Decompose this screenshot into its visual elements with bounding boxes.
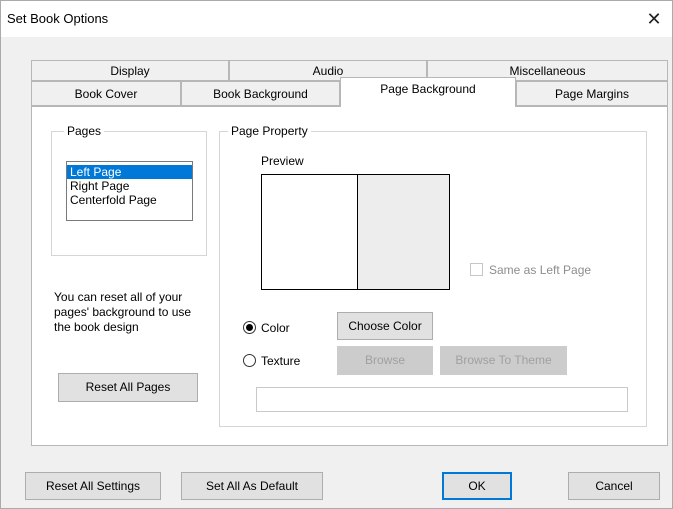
- preview-right-page: [358, 175, 449, 289]
- same-as-left-label: Same as Left Page: [489, 263, 592, 277]
- reset-all-pages-button[interactable]: Reset All Pages: [58, 373, 198, 402]
- tab-display[interactable]: Display: [31, 60, 229, 81]
- color-radio-label: Color: [261, 321, 290, 335]
- list-item-right-page[interactable]: Right Page: [67, 179, 192, 193]
- pages-group-title: Pages: [64, 124, 105, 138]
- tab-book-background[interactable]: Book Background: [181, 81, 340, 106]
- texture-path-field[interactable]: [256, 387, 628, 412]
- set-all-as-default-button[interactable]: Set All As Default: [181, 472, 323, 500]
- pages-listbox[interactable]: Left Page Right Page Centerfold Page: [66, 161, 193, 221]
- texture-radio-label: Texture: [261, 354, 301, 368]
- reset-info-text: You can reset all of your pages' backgro…: [54, 290, 192, 334]
- list-item-left-page[interactable]: Left Page: [67, 165, 192, 179]
- tab-page-background[interactable]: Page Background: [340, 77, 516, 107]
- texture-radio[interactable]: [243, 354, 256, 367]
- set-book-options-dialog: Set Book Options ✕ Display Audio Miscell…: [0, 0, 673, 509]
- browse-button[interactable]: Browse: [337, 346, 433, 375]
- preview-label: Preview: [261, 154, 304, 168]
- list-item-centerfold-page[interactable]: Centerfold Page: [67, 193, 192, 207]
- page-background-panel: Pages Left Page Right Page Centerfold Pa…: [31, 106, 668, 446]
- page-property-title: Page Property: [228, 124, 311, 138]
- close-icon[interactable]: ✕: [642, 7, 666, 31]
- page-preview: [261, 174, 450, 290]
- cancel-button[interactable]: Cancel: [568, 472, 660, 500]
- color-radio[interactable]: [243, 321, 256, 334]
- browse-to-theme-button[interactable]: Browse To Theme: [440, 346, 567, 375]
- pages-group: Pages Left Page Right Page Centerfold Pa…: [51, 124, 207, 256]
- title-bar: Set Book Options ✕: [1, 1, 672, 37]
- window-title: Set Book Options: [7, 11, 109, 26]
- same-as-left-checkbox[interactable]: [470, 263, 483, 276]
- radio-selected-dot: [246, 324, 253, 331]
- reset-all-settings-button[interactable]: Reset All Settings: [25, 472, 161, 500]
- tab-page-margins[interactable]: Page Margins: [516, 81, 668, 106]
- page-property-group: Page Property Preview Same as Left Page …: [219, 124, 647, 427]
- ok-button[interactable]: OK: [442, 472, 512, 500]
- choose-color-button[interactable]: Choose Color: [337, 312, 433, 340]
- tab-book-cover[interactable]: Book Cover: [31, 81, 181, 106]
